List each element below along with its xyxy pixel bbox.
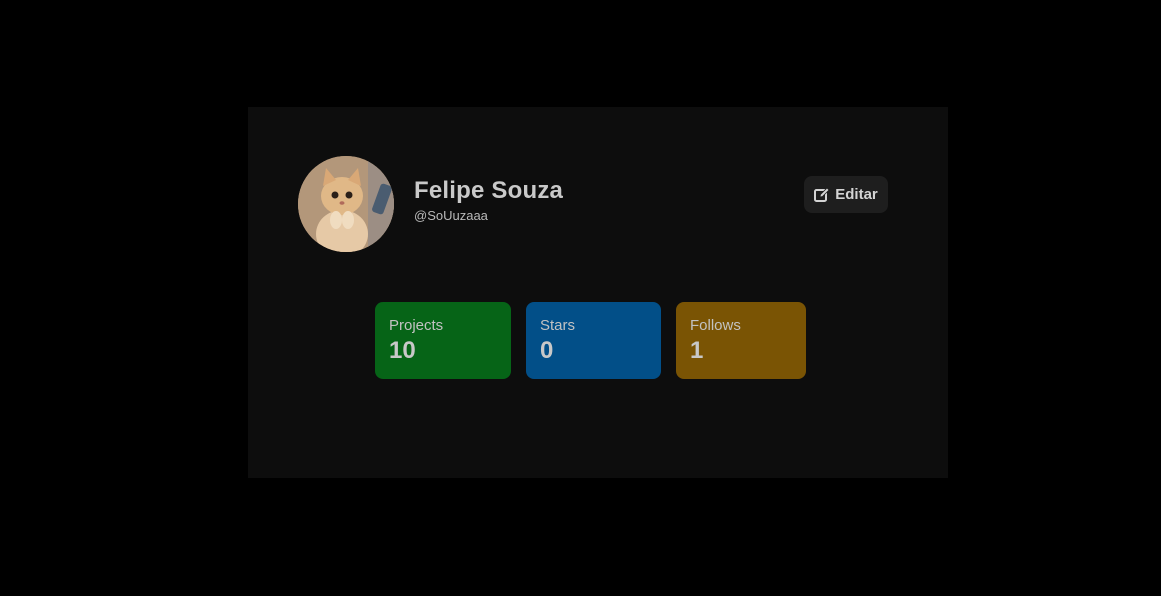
edit-button[interactable]: Editar — [804, 176, 888, 213]
stat-stars-value: 0 — [540, 337, 554, 364]
avatar — [298, 156, 394, 252]
stat-projects-label: Projects — [389, 317, 444, 334]
profile-name: Felipe Souza — [414, 177, 564, 204]
stat-follows-label: Follows — [690, 317, 741, 334]
cat-photo-icon — [298, 156, 394, 252]
stat-stars-label: Stars — [540, 317, 576, 334]
stat-follows: Follows 1 — [676, 302, 806, 379]
edit-button-label: Editar — [835, 186, 878, 203]
stat-stars: Stars 0 — [526, 302, 661, 379]
stat-projects: Projects 10 — [375, 302, 511, 379]
profile-card: Felipe Souza @SoUuzaaa Editar Projects 1… — [248, 107, 948, 478]
stat-follows-value: 1 — [690, 337, 704, 364]
edit-icon — [814, 186, 830, 203]
stat-projects-value: 10 — [389, 337, 416, 364]
profile-handle: @SoUuzaaa — [414, 208, 488, 223]
